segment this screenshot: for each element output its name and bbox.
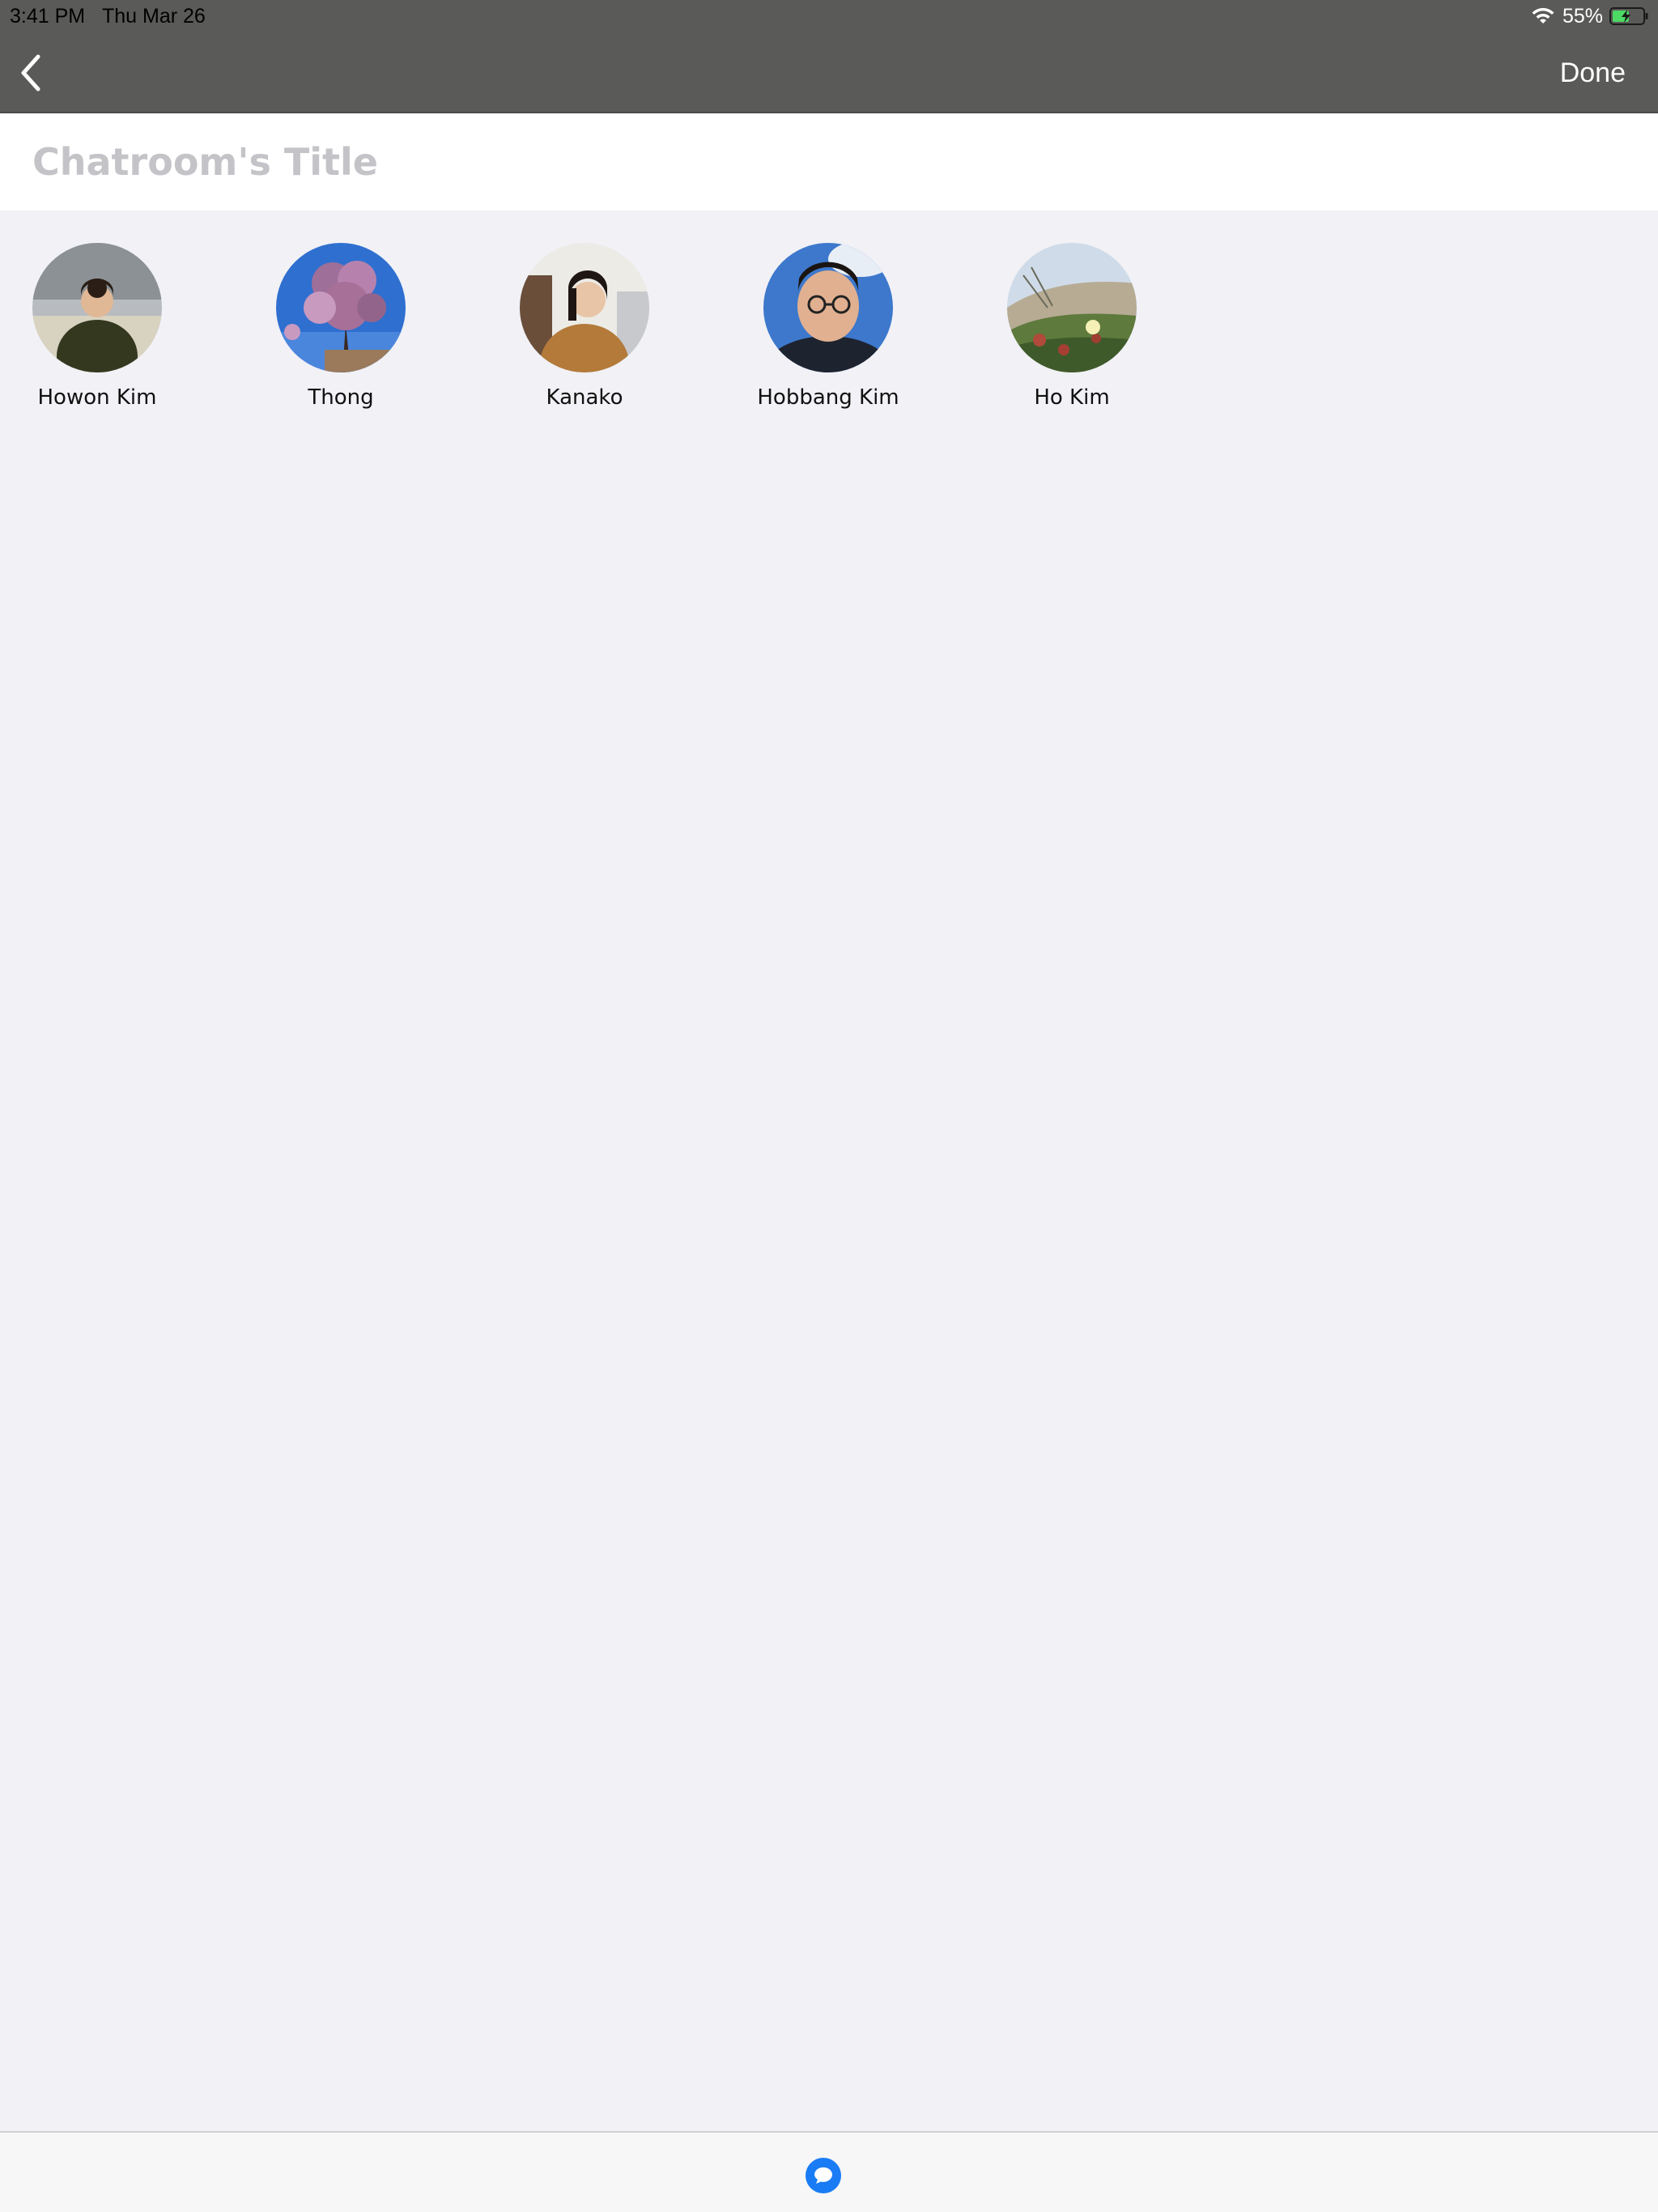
chevron-left-icon <box>21 54 40 91</box>
battery-icon <box>1609 7 1648 25</box>
member-name: Howon Kim <box>37 385 157 410</box>
member-item[interactable]: Thong <box>244 243 438 421</box>
avatar <box>763 243 893 372</box>
member-list: Howon Kim Thong Kanako Hobbang Kim Ho Ki… <box>0 243 1658 421</box>
status-bar: 3:41 PM Thu Mar 26 55% <box>0 0 1658 32</box>
status-indicators: 55% <box>1530 0 1648 32</box>
title-section <box>0 113 1658 211</box>
member-name: Thong <box>308 385 374 410</box>
chatroom-title-input[interactable] <box>32 126 1619 198</box>
avatar <box>276 243 406 372</box>
back-button[interactable] <box>15 50 47 96</box>
wifi-icon <box>1530 7 1556 25</box>
member-name: Kanako <box>546 385 623 410</box>
battery-percent: 55% <box>1562 5 1603 28</box>
chat-bubble-icon[interactable] <box>805 2157 842 2194</box>
status-date: Thu Mar 26 <box>102 5 206 28</box>
done-button[interactable]: Done <box>1560 53 1626 93</box>
member-item[interactable]: Ho Kim <box>975 243 1169 421</box>
member-item[interactable]: Howon Kim <box>0 243 194 421</box>
member-name: Hobbang Kim <box>757 385 899 410</box>
avatar <box>520 243 649 372</box>
member-name: Ho Kim <box>1034 385 1110 410</box>
member-item[interactable]: Kanako <box>487 243 682 421</box>
navigation-bar: Done <box>0 32 1658 113</box>
avatar <box>1007 243 1137 372</box>
avatar <box>32 243 162 372</box>
bottom-toolbar <box>0 2131 1658 2212</box>
member-item[interactable]: Hobbang Kim <box>731 243 925 421</box>
status-time: 3:41 PM <box>10 5 86 28</box>
